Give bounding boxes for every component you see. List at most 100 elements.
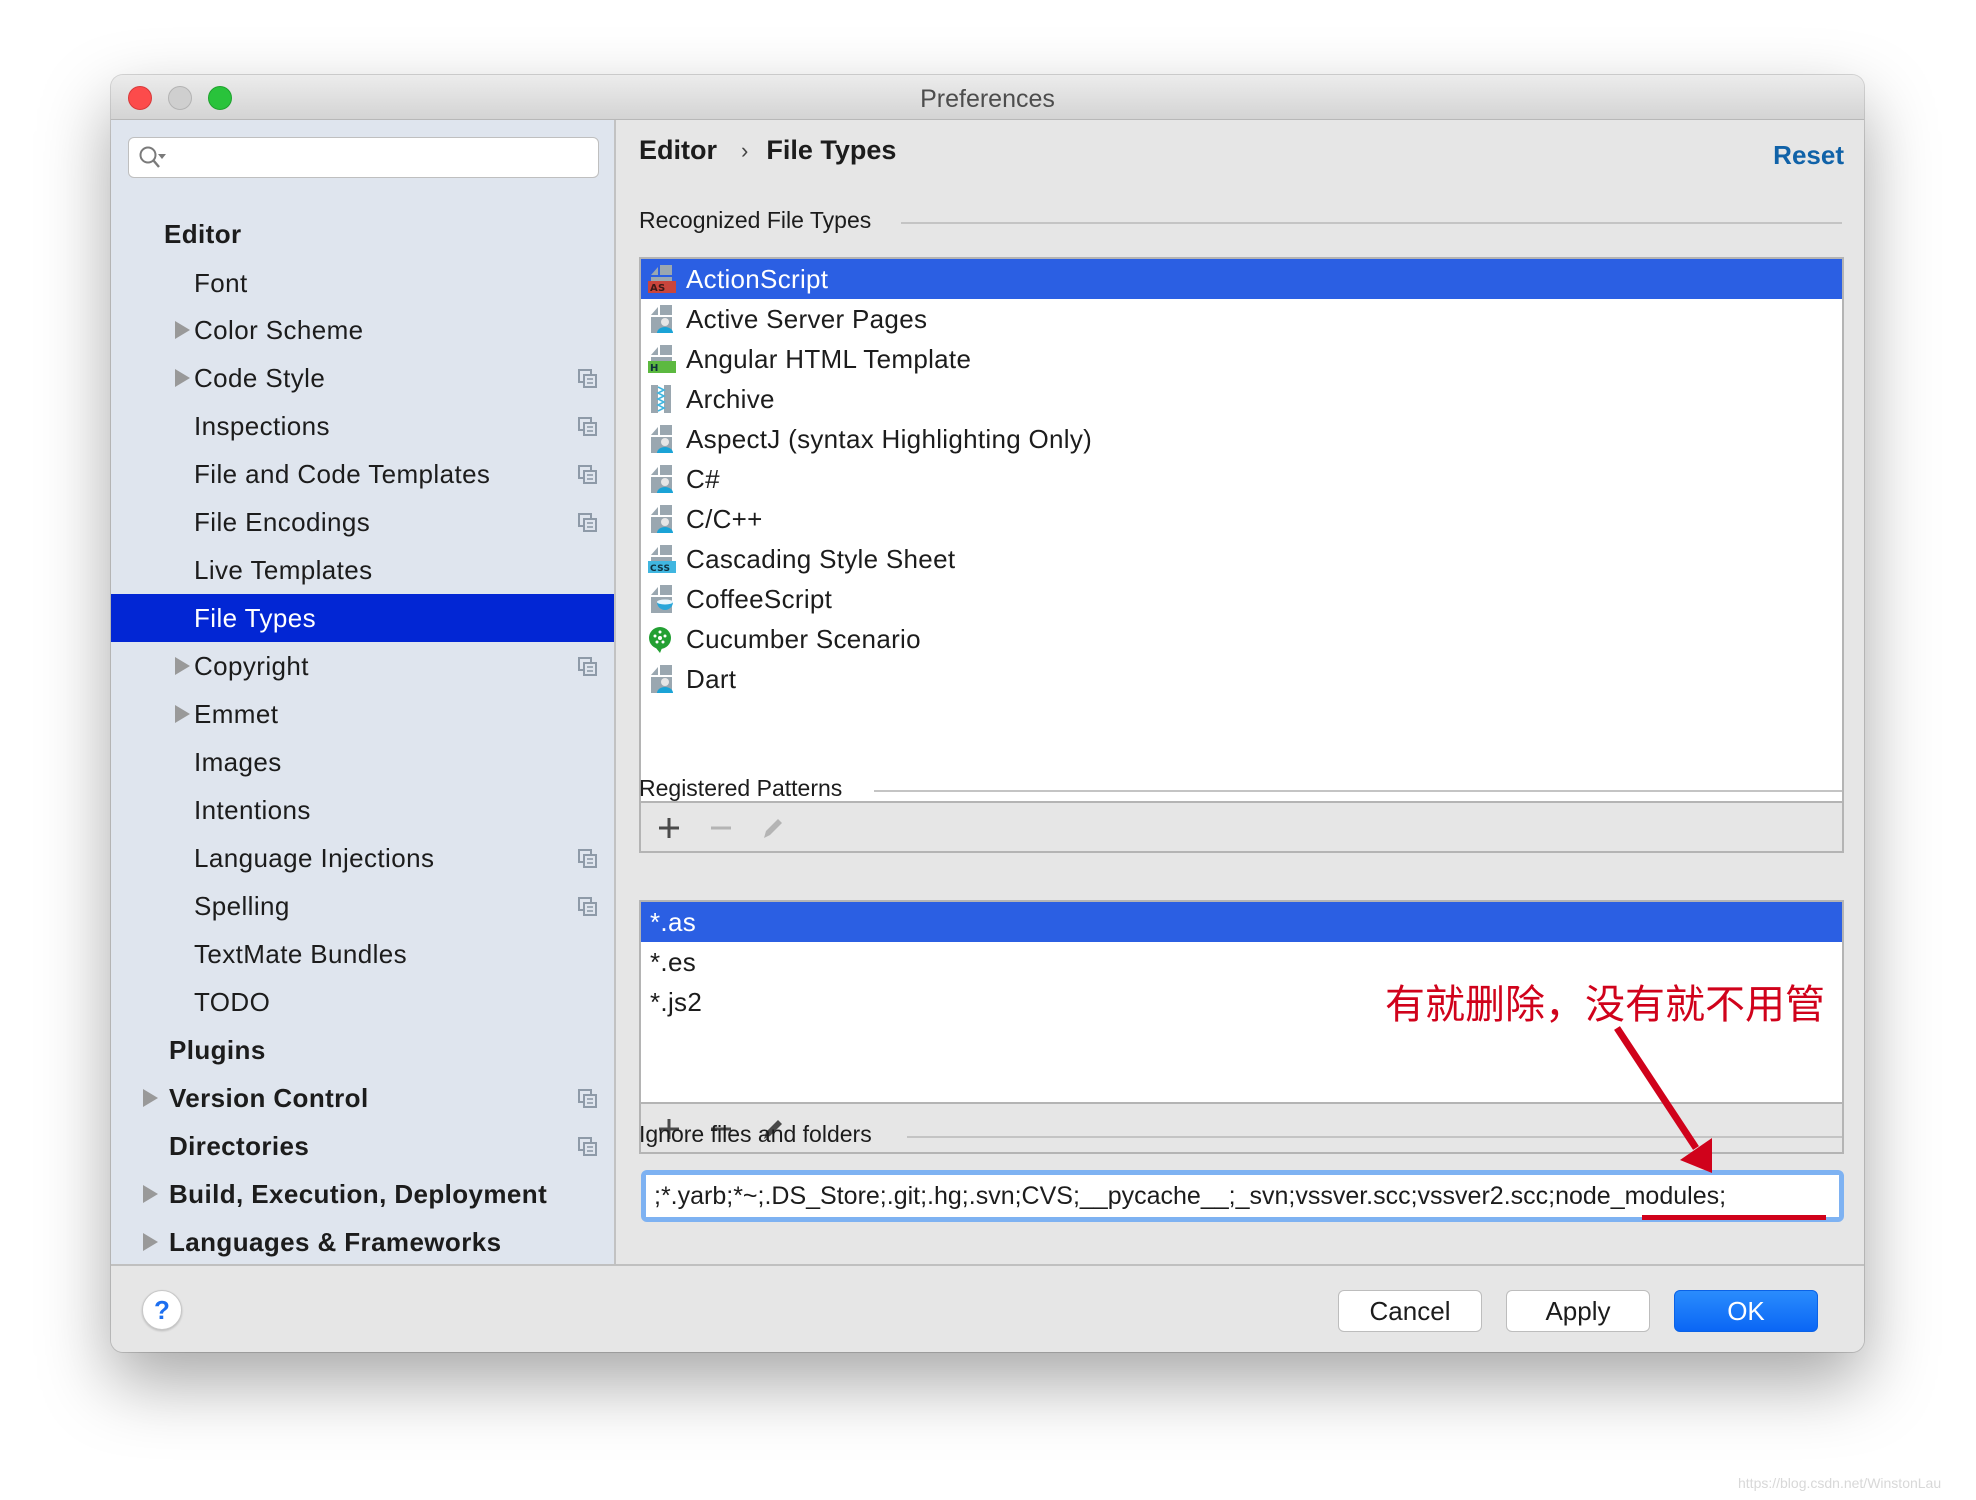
sidebar-item-label: Color Scheme	[194, 314, 364, 345]
sidebar-item[interactable]: Intentions	[111, 786, 614, 834]
expand-arrow-icon[interactable]	[175, 705, 190, 723]
sidebar-item[interactable]: Build, Execution, Deployment	[111, 1170, 614, 1218]
sidebar-item[interactable]: Images	[111, 738, 614, 786]
sidebar-item[interactable]: Font	[111, 259, 614, 307]
archive-file-icon	[651, 385, 671, 413]
sidebar-item[interactable]: Live Templates	[111, 546, 614, 594]
sidebar-item[interactable]: Directories	[111, 1122, 614, 1170]
file-type-row[interactable]: CoffeeScript	[641, 579, 1842, 619]
project-level-settings-icon	[578, 897, 597, 916]
sidebar-item-label: Editor	[164, 218, 242, 249]
file-type-row[interactable]: Dart	[641, 659, 1842, 699]
file-type-label: AspectJ (syntax Highlighting Only)	[686, 423, 1093, 454]
sidebar-item-label: TextMate Bundles	[194, 938, 408, 969]
sidebar-item-label: Language Injections	[194, 842, 435, 873]
file-type-label: Angular HTML Template	[686, 343, 972, 374]
project-level-settings-icon	[578, 465, 597, 484]
project-level-settings-icon	[578, 513, 597, 532]
breadcrumb-parent: Editor	[639, 135, 717, 165]
sidebar-item[interactable]: Plugins	[111, 1026, 614, 1074]
file-types-rows[interactable]: AS ActionScript Active Server Pages H Angula…	[641, 259, 1842, 803]
project-level-settings-icon	[578, 1137, 597, 1156]
css-file-icon: CSS	[648, 545, 676, 574]
file-type-label: C#	[686, 463, 720, 494]
section-divider	[907, 1136, 1842, 1138]
file-type-row[interactable]: C#	[641, 459, 1842, 499]
sidebar-item[interactable]: File Encodings	[111, 498, 614, 546]
custom-file-icon	[651, 465, 673, 493]
remove-file-type-minus-icon[interactable]	[707, 814, 735, 842]
svg-text:H: H	[650, 363, 659, 374]
file-types-toolbar	[641, 801, 1842, 851]
svg-text:AS: AS	[650, 283, 666, 294]
file-type-row[interactable]: H Angular HTML Template	[641, 339, 1842, 379]
sidebar-item[interactable]: Color Scheme	[111, 306, 614, 354]
ignore-files-input[interactable]	[646, 1175, 1839, 1217]
edit-file-type-pencil-icon[interactable]	[759, 814, 787, 842]
expand-arrow-icon[interactable]	[175, 657, 190, 675]
sidebar-item[interactable]: Editor	[111, 210, 614, 258]
file-type-row[interactable]: Archive	[641, 379, 1842, 419]
breadcrumb-separator-icon: ›	[741, 137, 749, 163]
file-type-row[interactable]: C/C++	[641, 499, 1842, 539]
apply-button[interactable]: Apply	[1506, 1290, 1650, 1332]
sidebar-item[interactable]: Version Control	[111, 1074, 614, 1122]
recognized-file-types-label: Recognized File Types	[639, 207, 872, 233]
section-divider	[874, 790, 1842, 792]
file-type-row[interactable]: CSS Cascading Style Sheet	[641, 539, 1842, 579]
sidebar-item[interactable]: TODO	[111, 978, 614, 1026]
sidebar-item-label: File and Code Templates	[194, 458, 491, 489]
file-type-label: C/C++	[686, 503, 763, 534]
help-button[interactable]: ?	[142, 1290, 182, 1330]
preferences-window: Preferences Editor Font Color Scheme Code S…	[111, 75, 1864, 1352]
settings-sidebar: Editor Font Color Scheme Code Style Inspecti…	[111, 120, 616, 1264]
sidebar-item[interactable]: Spelling	[111, 882, 614, 930]
file-type-row[interactable]: AS ActionScript	[641, 259, 1842, 299]
cancel-button[interactable]: Cancel	[1338, 1290, 1482, 1332]
file-type-row[interactable]: Cucumber Scenario	[641, 619, 1842, 659]
custom-file-icon	[651, 425, 673, 453]
sidebar-item-label: Spelling	[194, 890, 290, 921]
expand-arrow-icon[interactable]	[143, 1185, 158, 1203]
sidebar-item[interactable]: Language Injections	[111, 834, 614, 882]
file-type-row[interactable]: Active Server Pages	[641, 299, 1842, 339]
title-bar[interactable]: Preferences	[111, 75, 1864, 120]
reset-link[interactable]: Reset	[1773, 140, 1844, 171]
sidebar-item[interactable]: Copyright	[111, 642, 614, 690]
project-level-settings-icon	[578, 369, 597, 388]
add-file-type-plus-icon[interactable]	[655, 814, 683, 842]
coffeescript-file-icon	[651, 585, 673, 613]
pattern-row[interactable]: *.as	[641, 902, 1842, 942]
settings-search-input[interactable]	[171, 142, 591, 174]
sidebar-item-label: Code Style	[194, 362, 326, 393]
expand-arrow-icon[interactable]	[143, 1233, 158, 1251]
sidebar-item[interactable]: File Types	[111, 594, 614, 642]
sidebar-item-label: Languages & Frameworks	[169, 1226, 502, 1257]
dart-file-icon	[651, 665, 673, 693]
annotation-text: 有就删除，没有就不用管	[1385, 982, 1825, 1028]
search-icon[interactable]	[138, 145, 168, 171]
expand-arrow-icon[interactable]	[175, 321, 190, 339]
pattern-label: *.js2	[650, 986, 703, 1017]
sidebar-item[interactable]: File and Code Templates	[111, 450, 614, 498]
file-type-label: Cucumber Scenario	[686, 623, 921, 654]
settings-search-field[interactable]	[128, 137, 599, 178]
file-type-label: Dart	[686, 663, 737, 694]
expand-arrow-icon[interactable]	[143, 1089, 158, 1107]
custom-file-icon	[651, 305, 673, 333]
sidebar-item[interactable]: Emmet	[111, 690, 614, 738]
sidebar-item-label: Plugins	[169, 1034, 266, 1065]
sidebar-item-label: Emmet	[194, 698, 279, 729]
file-type-row[interactable]: AspectJ (syntax Highlighting Only)	[641, 419, 1842, 459]
sidebar-item[interactable]: Inspections	[111, 402, 614, 450]
expand-arrow-icon[interactable]	[175, 369, 190, 387]
sidebar-item[interactable]: TextMate Bundles	[111, 930, 614, 978]
sidebar-item[interactable]: Languages & Frameworks	[111, 1218, 614, 1264]
sidebar-item-label: Live Templates	[194, 554, 373, 585]
cucumber-icon	[649, 627, 671, 653]
sidebar-item-label: Build, Execution, Deployment	[169, 1178, 548, 1209]
ok-button[interactable]: OK	[1674, 1290, 1818, 1332]
sidebar-item-label: Inspections	[194, 410, 330, 441]
sidebar-item[interactable]: Code Style	[111, 354, 614, 402]
html-file-icon: H	[648, 345, 676, 374]
